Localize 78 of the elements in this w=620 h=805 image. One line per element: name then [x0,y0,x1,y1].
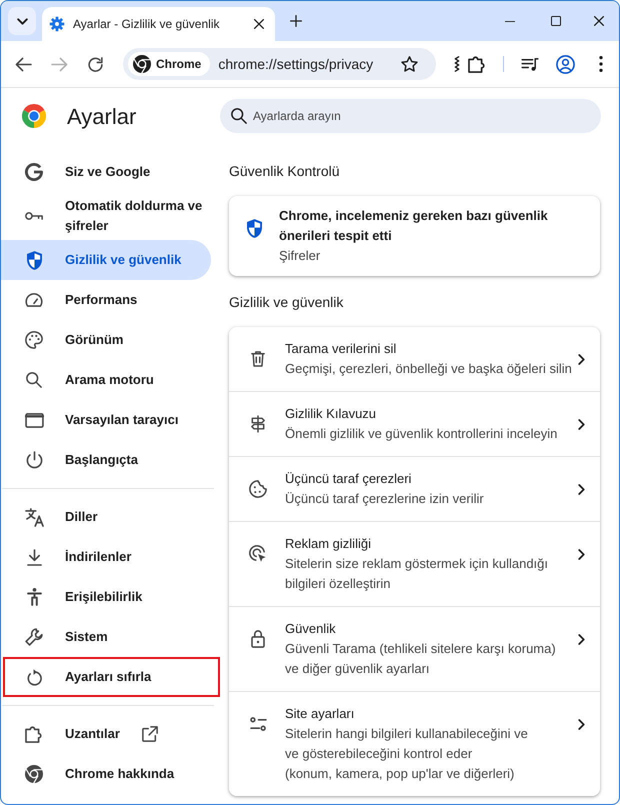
cursor-target-icon [249,545,267,563]
browser-tab[interactable]: Ayarlar - Gizlilik ve güvenlik [42,7,275,41]
sidebar-item[interactable]: Erişilebilirlik [1,577,211,617]
shield-icon [247,219,262,238]
sidebar-item[interactable]: Gizlilik ve güvenlik [1,240,211,280]
wrench-icon [25,628,43,646]
search-field[interactable]: Ayarlarda arayın [220,99,601,133]
palette-icon [25,331,43,349]
chevron-right-icon [578,549,584,560]
settings-row[interactable]: Güvenlik Güvenli Tarama (tehlikeli sitelere karşı koruma) ve diğer güvenlik ayarları [229,606,600,691]
url-text: chrome://settings/privacy [218,54,374,74]
chevron-right-icon [578,419,584,430]
section-heading: Güvenlik Kontrolü [229,162,341,181]
menu-icon[interactable] [599,56,603,72]
cookie-icon [249,480,267,498]
page-title: Ayarlar [67,102,136,131]
section-heading: Gizlilik ve güvenlik [229,293,344,312]
new-tab-icon[interactable] [290,15,302,27]
chevron-right-icon [578,719,584,730]
sidebar-item[interactable]: İndirilenler [1,537,211,577]
chevron-right-icon [578,634,584,645]
back-arrow-icon[interactable] [15,56,32,72]
puzzle-icon[interactable] [468,56,486,72]
playlist-note-icon[interactable] [521,58,539,70]
gear-icon [49,16,65,32]
card-subtitle: Şifreler [279,247,322,265]
sidebar-item[interactable]: Varsayılan tarayıcı [1,400,211,440]
power-icon [26,450,42,470]
bookmark-star-icon[interactable] [401,56,418,72]
address-bar[interactable]: Chrome chrome://settings/privacy [123,48,436,80]
sidebar-item[interactable]: Arama motoru [1,360,211,400]
translate-icon [24,508,44,526]
sidebar-item[interactable]: Otomatik doldurma ve şifreler [1,192,211,240]
search-icon [26,372,42,388]
chevron-right-icon [578,484,584,495]
chevron-down-icon [16,18,28,24]
close-icon[interactable] [594,16,604,26]
trash-icon [251,351,265,367]
sidebar-item[interactable]: Sistem [1,617,211,657]
minimize-icon[interactable] [505,20,515,22]
puzzle-icon [25,726,43,742]
sidebar-item[interactable]: Performans [1,280,211,320]
lock-icon [251,630,265,648]
accessibility-icon [26,588,42,606]
chevron-right-icon [578,354,584,365]
settings-row[interactable]: Reklam gizliliği Sitelerin size reklam göstermek için kullandığı bilgileri özelleştirin [229,521,600,606]
search-icon [231,108,247,124]
g-logo-icon [25,163,43,181]
sidebar-item[interactable]: Diller [1,497,211,537]
zigzag-icon[interactable] [454,56,460,72]
download-icon [26,548,42,566]
gauge-icon [25,293,43,307]
reset-icon [26,668,42,686]
sliders-icon [250,717,266,731]
sidebar-item[interactable]: Ayarları sıfırla [3,657,220,697]
shield-icon [26,250,42,270]
settings-row[interactable]: Gizlilik Kılavuzu Önemli gizlilik ve güvenlik kontrollerini inceleyin [229,391,600,456]
signpost-icon [251,415,265,433]
settings-row[interactable]: Üçüncü taraf çerezleri Üçüncü taraf çerezlerine izin verilir [229,456,600,521]
chrome-logo-icon [25,765,43,783]
card-title: Chrome, incelemeniz gereken bazı güvenlik önerileri tespit etti [279,207,549,245]
profile-icon[interactable] [556,54,575,74]
sidebar-item[interactable]: Chrome hakkında [1,754,211,794]
key-icon [25,212,43,220]
settings-row[interactable]: Site ayarları Sitelerin hangi bilgileri kullanabileceğini ve ve gösterebileceğini kontrol eder (konum, kamera, pop up'lar ve diğerleri) [229,691,600,796]
sidebar-item[interactable]: Başlangıçta [1,440,211,480]
site-chip[interactable]: Chrome [128,52,210,76]
sidebar-item[interactable]: Siz ve Google [1,152,211,192]
close-icon[interactable] [254,19,264,29]
browser-window-icon [24,412,44,428]
sidebar-item[interactable]: Uzantılar [1,714,211,754]
chrome-logo-icon [22,104,46,128]
chrome-logo-icon [133,55,151,73]
sidebar-item[interactable]: Görünüm [1,320,211,360]
tab-search-button[interactable] [8,7,36,35]
maximize-icon[interactable] [551,16,561,26]
settings-row[interactable]: Tarama verilerini sil Geçmişi, çerezleri, önbelleği ve başka öğeleri silin [229,327,600,391]
reload-icon[interactable] [88,56,103,72]
